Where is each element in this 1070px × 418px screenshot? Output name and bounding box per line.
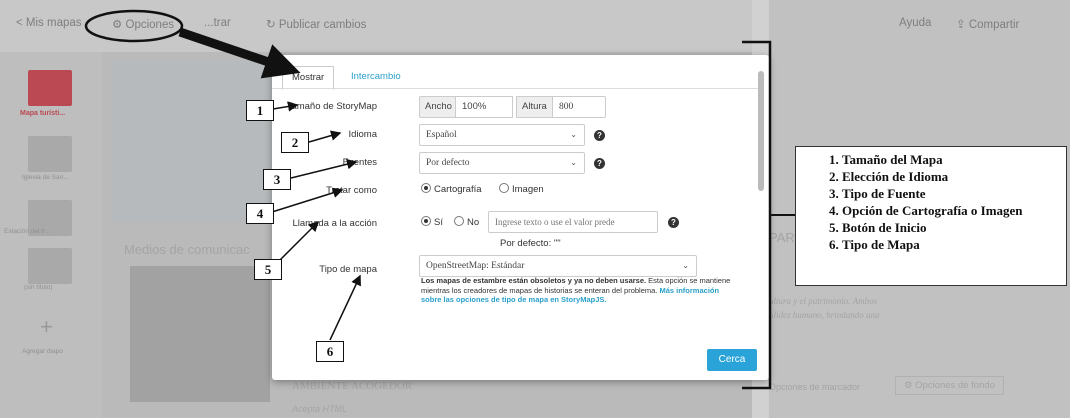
legend-item: Opción de Cartografía o Imagen <box>842 202 1066 219</box>
arrow-4 <box>271 187 344 213</box>
legend-item: Botón de Inicio <box>842 219 1066 236</box>
callout-number: 2 <box>281 132 309 153</box>
callout-number: 5 <box>254 259 282 280</box>
callout-number: 6 <box>316 341 344 362</box>
pointer-arrow <box>178 27 301 79</box>
legend-item: Tamaño del Mapa <box>842 151 1066 168</box>
legend-item: Tipo de Fuente <box>842 185 1066 202</box>
arrow-3 <box>290 159 358 179</box>
bracket <box>742 40 772 390</box>
legend-item: Tipo de Mapa <box>842 236 1066 253</box>
callout-number: 4 <box>246 203 274 224</box>
annotation-legend: Tamaño del Mapa Elección de Idioma Tipo … <box>795 146 1067 286</box>
highlight-circle <box>84 9 184 43</box>
arrow-1 <box>272 101 299 112</box>
callout-number: 3 <box>263 169 291 190</box>
arrow-6 <box>329 274 361 341</box>
arrow-2 <box>308 130 342 143</box>
callout-number: 1 <box>246 100 274 121</box>
legend-item: Elección de Idioma <box>842 168 1066 185</box>
arrow-5 <box>279 220 320 261</box>
